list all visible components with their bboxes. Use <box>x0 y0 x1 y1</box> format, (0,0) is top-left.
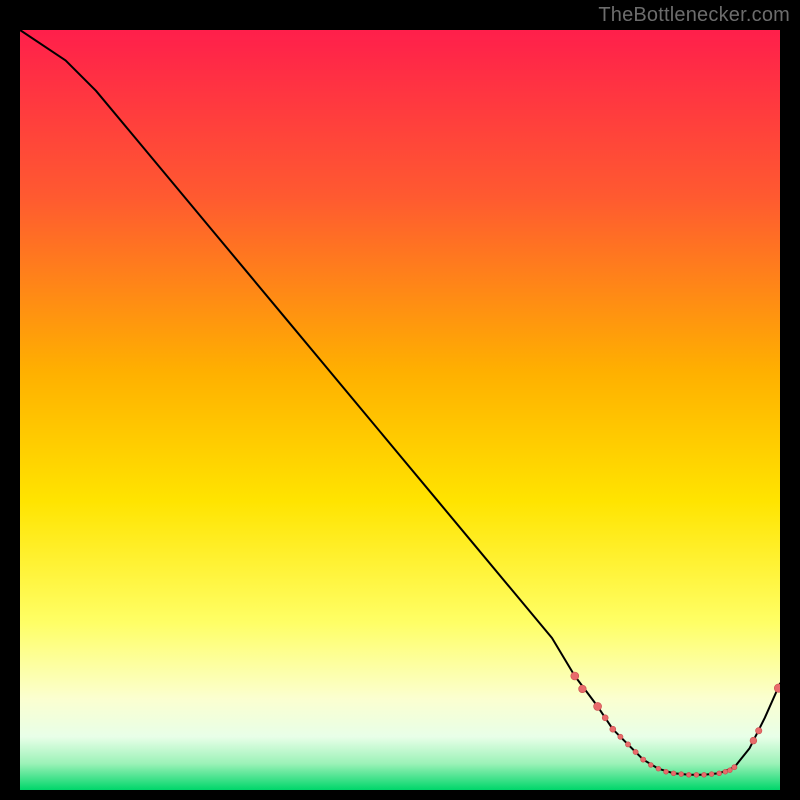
marker-point <box>702 772 707 777</box>
marker-point <box>750 737 757 744</box>
plot-area <box>20 30 780 790</box>
marker-point <box>732 765 737 770</box>
marker-point <box>723 769 728 774</box>
marker-point <box>641 757 646 762</box>
marker-point <box>571 672 579 680</box>
marker-point <box>618 734 623 739</box>
marker-point <box>625 742 630 747</box>
marker-point <box>664 769 669 774</box>
marker-point <box>717 771 722 776</box>
gradient-background <box>20 30 780 790</box>
marker-point <box>602 715 608 721</box>
marker-point <box>633 749 638 754</box>
marker-point <box>610 726 616 732</box>
marker-point <box>579 685 587 693</box>
attribution-text: TheBottlenecker.com <box>598 4 790 27</box>
marker-point <box>694 772 699 777</box>
marker-point <box>656 766 661 771</box>
marker-point <box>774 684 780 692</box>
marker-point <box>671 771 676 776</box>
marker-point <box>648 763 653 768</box>
marker-point <box>679 772 684 777</box>
marker-point <box>709 772 714 777</box>
marker-point <box>756 728 762 734</box>
marker-point <box>686 772 691 777</box>
marker-point <box>594 702 602 710</box>
chart-svg <box>20 30 780 790</box>
marker-point <box>727 768 732 773</box>
chart-container: TheBottlenecker.com <box>0 0 800 800</box>
